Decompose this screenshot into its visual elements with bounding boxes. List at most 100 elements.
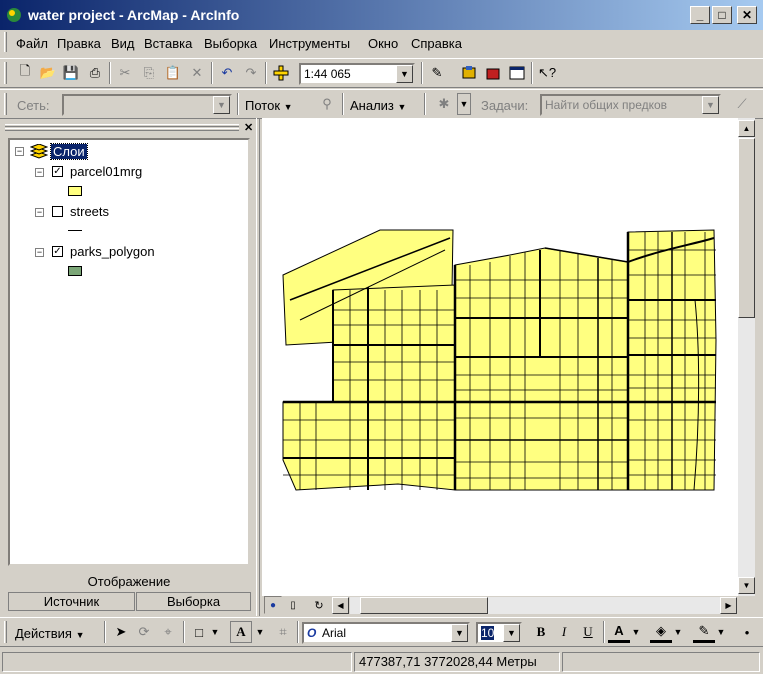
panel-splitter[interactable] xyxy=(256,118,260,616)
maximize-button[interactable]: □ xyxy=(712,6,732,24)
separator xyxy=(109,62,111,84)
chevron-down-icon[interactable]: ▼ xyxy=(457,93,471,115)
vertical-scrollbar[interactable]: ▲ ▼ xyxy=(738,118,755,596)
chevron-down-icon[interactable]: ▼ xyxy=(671,621,685,643)
collapse-icon[interactable]: − xyxy=(35,248,44,257)
editor-toolbar-icon[interactable]: ✎ xyxy=(426,62,448,84)
fill-color-icon[interactable]: ◈ xyxy=(650,621,672,643)
font-name-combo[interactable]: O Arial ▼ xyxy=(302,622,470,644)
menu-view[interactable]: Вид xyxy=(111,36,135,51)
undo-icon[interactable]: ↶ xyxy=(216,62,238,84)
layer-name-streets[interactable]: streets xyxy=(70,204,109,219)
layout-view-icon[interactable]: ▯ xyxy=(284,596,302,614)
chevron-down-icon[interactable]: ▼ xyxy=(451,624,468,642)
scroll-up-icon[interactable]: ▲ xyxy=(738,120,755,137)
horizontal-scrollbar[interactable] xyxy=(350,597,720,614)
arccatalog-icon[interactable] xyxy=(458,62,480,84)
underline-icon[interactable]: U xyxy=(577,621,599,643)
menu-help[interactable]: Справка xyxy=(411,36,462,51)
parcel-map[interactable] xyxy=(262,118,738,596)
add-edge-flag-icon[interactable]: ✱ xyxy=(433,93,455,115)
parcel-symbol-swatch[interactable] xyxy=(68,186,82,196)
actions-menu[interactable]: Действия ▼ xyxy=(15,626,85,641)
rectangle-icon[interactable]: □ xyxy=(188,621,210,643)
chevron-down-icon[interactable]: ▼ xyxy=(714,621,728,643)
layer-checkbox-parks-polygon[interactable]: ✓ xyxy=(52,246,63,257)
tab-source[interactable]: Источник xyxy=(8,592,135,611)
open-folder-icon[interactable]: 📂 xyxy=(37,62,59,84)
tab-selection[interactable]: Выборка xyxy=(136,592,251,611)
chevron-down-icon[interactable]: ▼ xyxy=(702,96,719,114)
arctoolbox-icon[interactable] xyxy=(482,62,504,84)
coordinate-readout: 477387,71 3772028,44 Метры xyxy=(354,652,560,672)
menu-file[interactable]: Файл xyxy=(16,36,48,51)
data-view-icon[interactable]: ● xyxy=(264,596,282,614)
vertical-scroll-thumb[interactable] xyxy=(738,138,755,318)
close-button[interactable]: ✕ xyxy=(737,6,757,24)
refresh-icon[interactable]: ↻ xyxy=(310,596,328,614)
chevron-down-icon[interactable]: ▼ xyxy=(208,621,222,643)
parks-symbol-swatch[interactable] xyxy=(68,266,82,276)
font-color-icon[interactable]: A xyxy=(608,621,630,643)
menu-edit[interactable]: Правка xyxy=(57,36,101,51)
chevron-down-icon[interactable]: ▼ xyxy=(253,621,267,643)
layer-checkbox-streets[interactable] xyxy=(52,206,63,217)
command-line-icon[interactable] xyxy=(506,62,528,84)
streets-line-symbol[interactable] xyxy=(68,230,82,231)
separator xyxy=(237,93,239,115)
select-elements-arrow-icon[interactable]: ➤ xyxy=(110,621,132,643)
collapse-icon[interactable]: − xyxy=(35,168,44,177)
chevron-down-icon[interactable]: ▼ xyxy=(213,96,230,114)
copy-icon[interactable]: ⎘ xyxy=(138,62,160,84)
font-size-combo[interactable]: 10 ▼ xyxy=(476,622,522,644)
toc-close-icon[interactable]: ✕ xyxy=(244,121,253,134)
scroll-right-icon[interactable]: ▶ xyxy=(720,597,737,614)
redo-icon[interactable]: ↷ xyxy=(240,62,262,84)
print-icon[interactable]: ⎙ xyxy=(84,62,106,84)
map-view[interactable] xyxy=(262,118,738,596)
tab-display[interactable]: Отображение xyxy=(8,572,250,592)
italic-icon[interactable]: I xyxy=(553,621,575,643)
horizontal-scroll-thumb[interactable] xyxy=(360,597,488,614)
save-icon[interactable]: 💾 xyxy=(60,62,82,84)
layer-name-parcel01mrg[interactable]: parcel01mrg xyxy=(70,164,142,179)
network-flags-icon[interactable]: ⚲ xyxy=(316,93,338,115)
layer-checkbox-parcel01mrg[interactable]: ✓ xyxy=(52,166,63,177)
scroll-down-icon[interactable]: ▼ xyxy=(738,577,755,594)
flow-menu[interactable]: Поток ▼ xyxy=(245,98,293,113)
menu-window[interactable]: Окно xyxy=(368,36,398,51)
whats-this-help-icon[interactable]: ↖? xyxy=(536,62,558,84)
line-color-icon[interactable]: ✎ xyxy=(693,621,715,643)
map-scale-combo[interactable]: 1:44 065 ▼ xyxy=(299,63,415,85)
text-tool-icon[interactable]: A xyxy=(230,621,252,643)
tasks-combo[interactable]: Найти общих предков ▼ xyxy=(540,94,721,116)
menu-selection[interactable]: Выборка xyxy=(204,36,257,51)
collapse-icon[interactable]: − xyxy=(35,208,44,217)
zoom-whole-page-icon[interactable]: ⌖ xyxy=(157,621,179,643)
bold-icon[interactable]: B xyxy=(530,621,552,643)
minimize-button[interactable]: _ xyxy=(690,6,710,24)
chevron-down-icon[interactable]: ▼ xyxy=(396,65,413,83)
delete-icon[interactable]: ✕ xyxy=(186,62,208,84)
scroll-left-icon[interactable]: ◀ xyxy=(332,597,349,614)
collapse-icon[interactable]: − xyxy=(15,147,24,156)
chevron-down-icon[interactable]: ▼ xyxy=(503,624,520,642)
marker-color-icon[interactable]: • xyxy=(736,621,758,643)
layer-name-parks-polygon[interactable]: parks_polygon xyxy=(70,244,155,259)
chevron-down-icon[interactable]: ▼ xyxy=(629,621,643,643)
solve-icon[interactable]: ⟋ xyxy=(731,93,753,115)
layers-icon xyxy=(30,144,48,159)
data-frame-label[interactable]: Слои xyxy=(50,143,88,160)
separator xyxy=(104,621,106,643)
menu-insert[interactable]: Вставка xyxy=(144,36,192,51)
new-document-icon[interactable]: 🗋 xyxy=(14,62,36,84)
analysis-menu[interactable]: Анализ ▼ xyxy=(350,98,406,113)
add-data-icon[interactable] xyxy=(270,62,292,84)
rotate-icon[interactable]: ⟳ xyxy=(133,621,155,643)
cut-icon[interactable]: ✂ xyxy=(114,62,136,84)
network-toolbar: Сеть: ▼ Поток ▼ ⚲ Анализ ▼ ✱ ▼ Задачи: Н… xyxy=(0,89,763,119)
paste-icon[interactable]: 📋 xyxy=(162,62,184,84)
network-combo[interactable]: ▼ xyxy=(62,94,232,116)
menu-tools[interactable]: Инструменты xyxy=(269,36,350,51)
edit-vertices-icon[interactable]: ⌗ xyxy=(272,621,294,643)
